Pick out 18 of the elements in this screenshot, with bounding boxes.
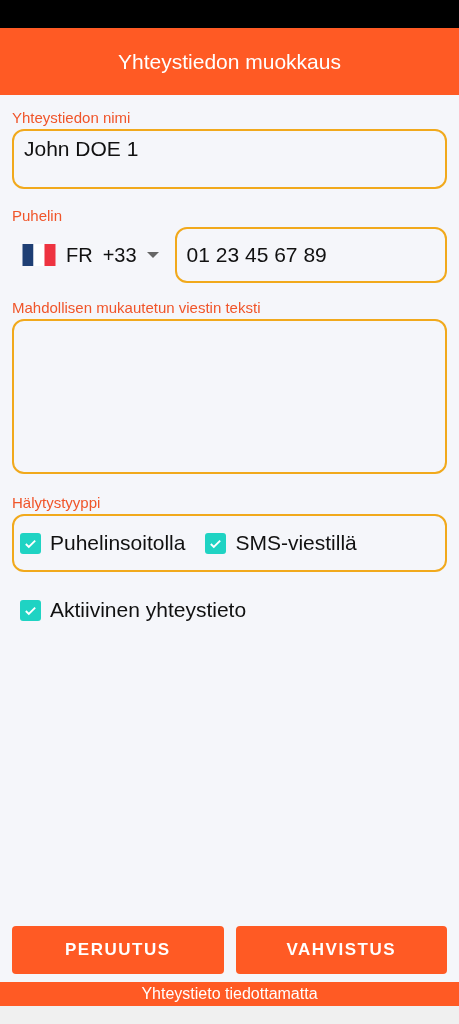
field-label: Yhteystiedon nimi <box>12 109 132 126</box>
status-bar: Yhteystieto tiedottamatta <box>0 982 459 1006</box>
field-label: Hälytystyyppi <box>12 494 102 511</box>
checkbox-option[interactable]: Aktiivinen yhteystieto <box>20 598 247 622</box>
header-title: Yhteystiedon muokkaus <box>118 49 341 74</box>
checkbox-option[interactable]: SMS-viestillä <box>205 531 357 555</box>
phone-field[interactable]: 01 23 45 67 89 <box>174 227 447 283</box>
checkbox[interactable] <box>205 532 227 554</box>
checkbox[interactable] <box>20 599 41 621</box>
checkbox-option[interactable]: Puhelinsoitolla <box>20 531 186 555</box>
flag-icon <box>22 244 56 266</box>
field-label: Mahdollisen mukautetun viestin teksti <box>12 299 262 316</box>
name-field[interactable]: John DOE 1 <box>12 129 447 189</box>
dropdown-icon <box>146 251 159 259</box>
message-field[interactable] <box>12 319 447 474</box>
checkbox[interactable] <box>20 532 41 554</box>
country-picker[interactable]: FR +33 <box>12 243 165 267</box>
field-label: Puhelin <box>12 207 64 224</box>
